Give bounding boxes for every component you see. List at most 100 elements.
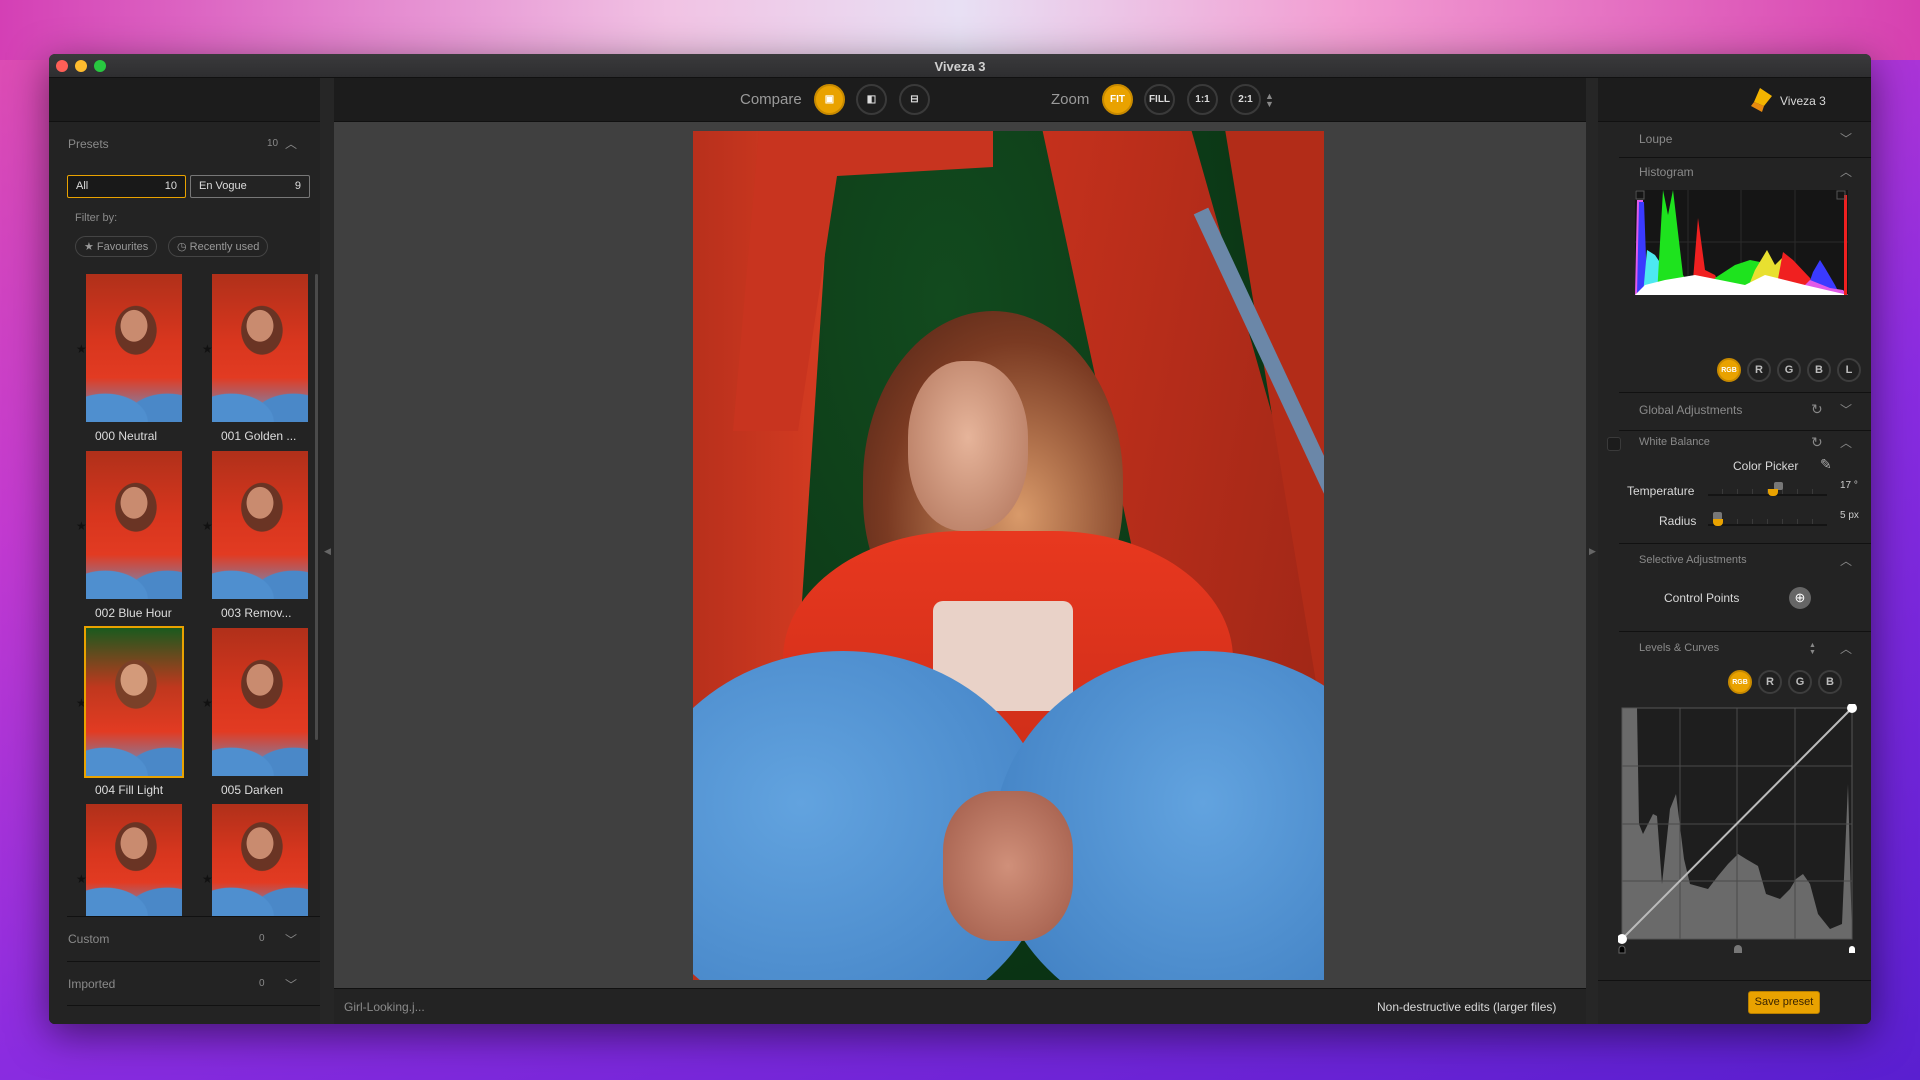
- app-name: Viveza 3: [1780, 94, 1826, 108]
- brand-header: Viveza 3: [1598, 78, 1871, 122]
- eyedropper-icon[interactable]: ✎: [1820, 456, 1832, 473]
- temperature-slider[interactable]: [1708, 482, 1827, 496]
- white-balance-checkbox[interactable]: [1607, 437, 1621, 451]
- reset-icon[interactable]: ↻: [1811, 434, 1823, 451]
- filter-favourites[interactable]: ★ Favourites: [75, 236, 158, 257]
- chevron-down-icon[interactable]: ﹀: [1840, 130, 1852, 147]
- preset-thumbnail[interactable]: [212, 274, 308, 422]
- curves-editor[interactable]: [1618, 704, 1858, 954]
- add-control-point-icon[interactable]: ⊕: [1789, 587, 1811, 609]
- window-title: Viveza 3: [934, 59, 986, 74]
- white-balance-label: White Balance: [1639, 436, 1710, 448]
- zoom-fit-button[interactable]: FIT: [1102, 84, 1133, 115]
- custom-group-label[interactable]: Custom: [68, 932, 109, 946]
- presets-scrollbar[interactable]: [315, 274, 318, 740]
- levels-channel-g[interactable]: G: [1788, 670, 1812, 694]
- temperature-label: Temperature: [1627, 484, 1695, 498]
- histogram-channel-l[interactable]: L: [1837, 358, 1861, 382]
- zoom-2-1-button[interactable]: 2:1: [1230, 84, 1261, 115]
- chevron-up-icon[interactable]: ︿: [1840, 552, 1852, 569]
- control-points-label: Control Points: [1664, 591, 1740, 605]
- color-picker-label[interactable]: Color Picker: [1733, 459, 1798, 473]
- preset-thumbnail[interactable]: [212, 451, 308, 599]
- histogram-channel-rgb[interactable]: RGB: [1717, 358, 1741, 382]
- left-toolbar: [49, 78, 320, 122]
- radius-slider[interactable]: [1708, 512, 1827, 526]
- compare-side-by-side-button[interactable]: ⊟: [899, 84, 930, 115]
- preset-thumbnail[interactable]: [86, 804, 182, 916]
- view-toolbar: Compare ▣ ◧ ⊟ Zoom FIT FILL 1:1 2:1 ▲ ▼: [334, 78, 1586, 122]
- reset-icon[interactable]: ↻: [1811, 401, 1823, 418]
- preset-name: 000 Neutral: [95, 429, 158, 443]
- tab-en-vogue[interactable]: En Vogue 9: [190, 175, 310, 198]
- imported-group-label[interactable]: Imported: [68, 977, 115, 991]
- preset-name: 002 Blue Hour: [95, 606, 172, 620]
- status-bar: Girl-Looking.j... Non-destructive edits …: [334, 988, 1625, 1024]
- zoom-fill-button[interactable]: FILL: [1144, 84, 1175, 115]
- tab-label: En Vogue: [199, 180, 247, 192]
- global-adjustments-section[interactable]: Global Adjustments: [1639, 403, 1742, 417]
- adjustments-panel: Viveza 3 Loupe ﹀ Histogram ︿ RGB R G B L Glo…: [1598, 78, 1871, 1024]
- presets-header: Presets: [68, 137, 109, 151]
- radius-label: Radius: [1659, 514, 1697, 528]
- compare-split-button[interactable]: ◧: [856, 84, 887, 115]
- preset-thumbnail[interactable]: [212, 804, 308, 916]
- tab-label: All: [76, 180, 89, 192]
- filter-label: Filter by:: [75, 212, 118, 224]
- side-by-side-icon: ⊟: [910, 94, 919, 105]
- preview-image: [693, 131, 1324, 980]
- zoom-stepper-icon[interactable]: ▲ ▼: [1265, 92, 1274, 109]
- chevron-up-icon[interactable]: ︿: [285, 135, 297, 152]
- preview-area: Compare ▣ ◧ ⊟ Zoom FIT FILL 1:1 2:1 ▲ ▼ G…: [334, 78, 1625, 1024]
- chevron-up-icon[interactable]: ︿: [1840, 640, 1852, 657]
- levels-curves-section[interactable]: Levels & Curves: [1639, 642, 1719, 654]
- preset-name: 003 Remov...: [221, 606, 292, 620]
- tab-all[interactable]: All 10: [67, 175, 186, 198]
- single-view-icon: ▣: [824, 94, 835, 105]
- chevron-up-icon[interactable]: ︿: [1840, 434, 1852, 451]
- radius-handle[interactable]: [1713, 519, 1724, 526]
- levels-channel-r[interactable]: R: [1758, 670, 1782, 694]
- app-window: Viveza 3 Presets 10 ︿ All 10 En Vogue 9 Fi…: [49, 54, 1871, 1024]
- zoom-1-1-button[interactable]: 1:1: [1187, 84, 1218, 115]
- chevron-up-icon[interactable]: ︿: [1840, 163, 1852, 180]
- temperature-handle[interactable]: [1767, 489, 1778, 496]
- preset-name: 005 Darken: [221, 783, 284, 797]
- tab-count: 10: [164, 180, 177, 192]
- updown-icon[interactable]: ▲ ▼: [1809, 642, 1816, 656]
- preset-thumbnail[interactable]: [84, 626, 184, 778]
- loupe-section[interactable]: Loupe: [1639, 132, 1672, 146]
- histogram-section[interactable]: Histogram: [1639, 165, 1694, 179]
- radius-value: 5 px: [1840, 510, 1859, 521]
- chevron-down-icon[interactable]: ﹀: [285, 931, 297, 948]
- histogram-channel-g[interactable]: G: [1777, 358, 1801, 382]
- imported-count: 0: [259, 978, 265, 989]
- viveza-logo-icon: [1751, 88, 1772, 112]
- zoom-label: Zoom: [1051, 91, 1090, 108]
- save-preset-button[interactable]: Save preset: [1748, 991, 1820, 1014]
- levels-channel-rgb[interactable]: RGB: [1728, 670, 1752, 694]
- chevron-down-icon[interactable]: ﹀: [1840, 401, 1852, 418]
- levels-channel-b[interactable]: B: [1818, 670, 1842, 694]
- preset-groups: Custom 0 ﹀ Imported 0 ﹀: [49, 916, 320, 1024]
- selective-adjustments-section[interactable]: Selective Adjustments: [1639, 554, 1747, 566]
- presets-count: 10: [267, 138, 279, 149]
- histogram-channel-r[interactable]: R: [1747, 358, 1771, 382]
- histogram-channel-b[interactable]: B: [1807, 358, 1831, 382]
- tab-count: 9: [294, 180, 301, 192]
- chevron-down-icon[interactable]: ﹀: [285, 976, 297, 993]
- split-view-icon: ◧: [866, 94, 877, 105]
- right-panel-toggle[interactable]: ▶: [1586, 78, 1598, 1024]
- compare-single-button[interactable]: ▣: [814, 84, 845, 115]
- preset-thumbnail[interactable]: [86, 451, 182, 599]
- custom-count: 0: [259, 933, 265, 944]
- desktop-wallpaper: [0, 0, 1920, 60]
- filter-recently-used[interactable]: ◷ Recently used: [168, 236, 269, 257]
- preset-thumbnail[interactable]: [212, 628, 308, 776]
- nondestructive-label: Non-destructive edits (larger files): [1377, 1000, 1557, 1014]
- preset-thumbnail[interactable]: [86, 274, 182, 422]
- title-bar: Viveza 3: [49, 54, 1871, 78]
- temperature-value: 17 °: [1840, 480, 1858, 491]
- file-name: Girl-Looking.j...: [344, 1000, 425, 1014]
- left-panel-toggle[interactable]: ◀: [320, 78, 334, 1024]
